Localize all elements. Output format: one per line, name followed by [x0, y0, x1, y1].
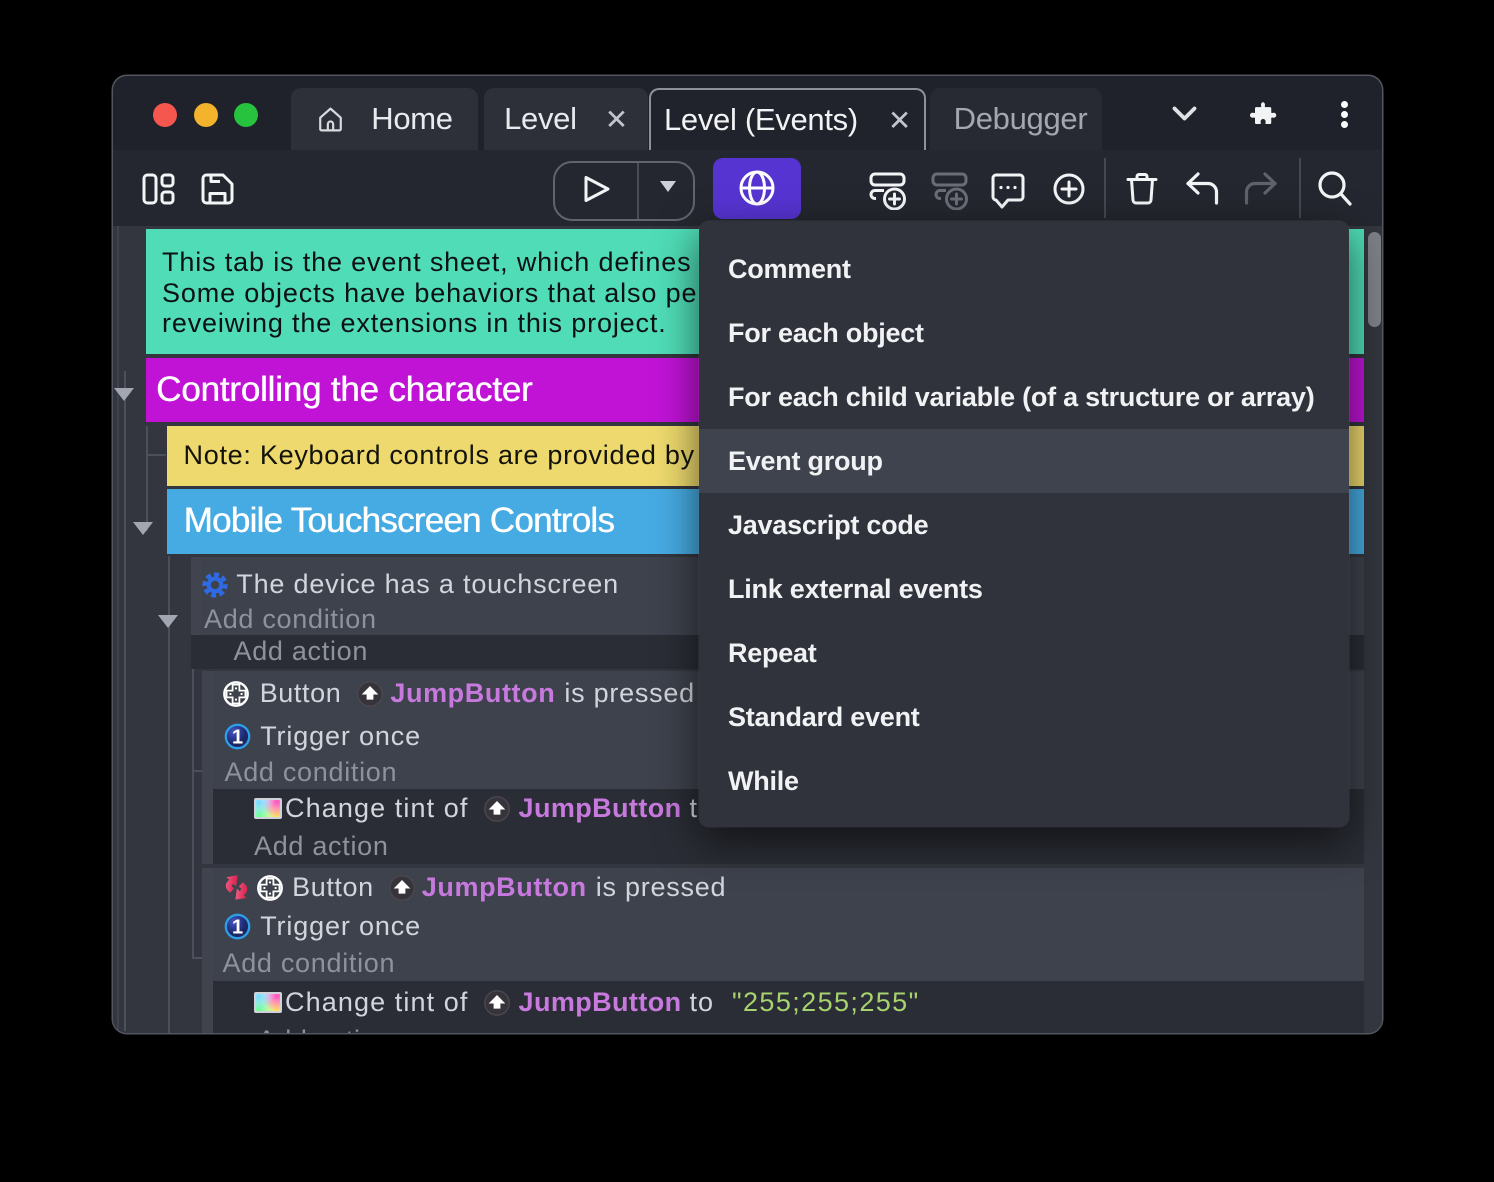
svg-text:1: 1 — [232, 726, 243, 748]
svg-text:1: 1 — [232, 917, 243, 939]
